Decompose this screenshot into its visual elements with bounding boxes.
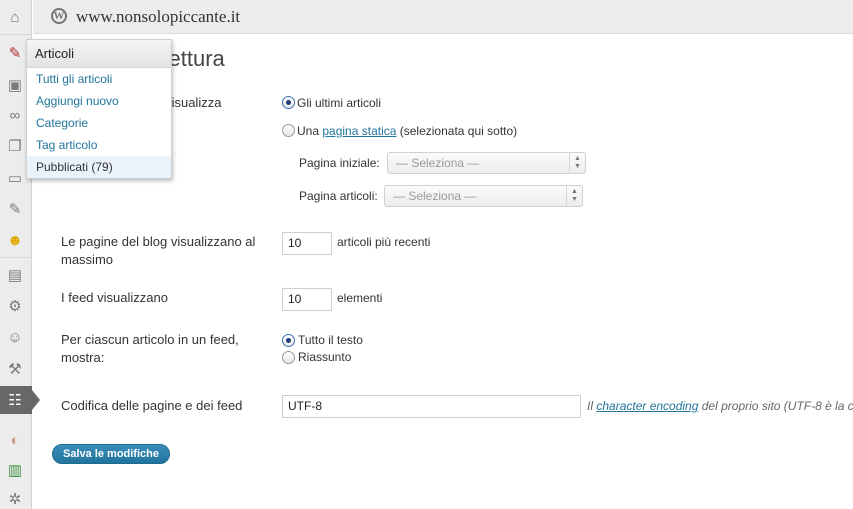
front-latest-label: Gli ultimi articoli [297, 96, 382, 110]
encoding-hint: Il character encoding del proprio sito (… [587, 399, 853, 413]
comments-icon[interactable]: ▭ [2, 165, 28, 191]
feed-summary-label: Riassunto [298, 350, 352, 364]
feed-items-suffix: elementi [337, 291, 383, 305]
page-for-posts-value: — Seleziona — [393, 189, 477, 203]
avatar-icon[interactable]: ◐ [2, 427, 28, 453]
appearance-icon[interactable]: ▤ [2, 262, 28, 288]
stats-icon[interactable]: ▥ [2, 457, 28, 483]
pin-icon[interactable]: ✎ [2, 40, 28, 66]
posts-per-page-label: Le pagine del blog visualizzano al massi… [61, 234, 256, 267]
pages-icon[interactable]: ❐ [2, 133, 28, 159]
feed-full-radio[interactable] [282, 334, 295, 347]
save-button[interactable]: Salva le modifiche [52, 444, 170, 464]
page-for-posts-select[interactable]: — Seleziona — ▲ ▼ [384, 185, 583, 207]
gear-icon[interactable]: ✲ [2, 486, 28, 509]
wordpress-logo-icon[interactable]: W [51, 8, 67, 24]
feed-full-label: Tutto il testo [298, 333, 363, 347]
feed-items-label: I feed visualizzano [61, 290, 168, 305]
link-icon[interactable]: ∞ [2, 102, 28, 128]
pin2-icon[interactable]: ✎ [2, 196, 28, 222]
sidebar-separator [0, 34, 32, 35]
users-icon[interactable]: ☺ [2, 324, 28, 350]
flyout-item-categories[interactable]: Categorie [27, 112, 171, 134]
select-arrows-icon: ▲ ▼ [569, 153, 585, 173]
settings-icon: ☷ [8, 391, 22, 409]
plugins-icon[interactable]: ⚙ [2, 293, 28, 319]
sidebar-item-settings-current[interactable]: ☷ [0, 386, 40, 414]
character-encoding-link[interactable]: character encoding [596, 399, 698, 413]
current-arrow [32, 390, 40, 410]
static-page-link[interactable]: pagina statica [322, 124, 396, 138]
feed-show-label: Per ciascun articolo in un feed, mostra: [61, 332, 239, 365]
media-icon[interactable]: ▣ [2, 72, 28, 98]
page-for-posts-label: Pagina articoli: [299, 189, 378, 203]
page-on-front-select[interactable]: — Seleziona — ▲ ▼ [387, 152, 586, 174]
encoding-label: Codifica delle pagine e dei feed [61, 398, 243, 413]
smiley-icon[interactable]: ☻ [2, 227, 28, 253]
encoding-input[interactable]: UTF-8 [282, 395, 581, 418]
flyout-item-add-new[interactable]: Aggiungi nuovo [27, 90, 171, 112]
site-name-link[interactable]: www.nonsolopiccante.it [76, 7, 240, 27]
sidebar-separator [0, 257, 32, 258]
flyout-title[interactable]: Articoli [27, 40, 171, 68]
posts-per-page-input[interactable]: 10 [282, 232, 332, 255]
flyout-item-published[interactable]: Pubblicati (79) [27, 156, 171, 178]
feed-summary-radio[interactable] [282, 351, 295, 364]
feed-items-input[interactable]: 10 [282, 288, 332, 311]
page-on-front-label: Pagina iniziale: [299, 156, 380, 170]
select-arrows-icon: ▲ ▼ [566, 186, 582, 206]
front-static-radio[interactable] [282, 124, 295, 137]
page-on-front-value: — Seleziona — [396, 156, 480, 170]
flyout-item-all-posts[interactable]: Tutti gli articoli [27, 68, 171, 90]
front-static-label: Una pagina statica (selezionata qui sott… [297, 124, 518, 138]
posts-per-page-suffix: articoli più recenti [337, 235, 431, 249]
admin-header: W www.nonsolopiccante.it [33, 0, 853, 34]
front-latest-radio[interactable] [282, 96, 295, 109]
home-icon[interactable]: ⌂ [2, 4, 28, 30]
tools-icon[interactable]: ⚒ [2, 356, 28, 382]
posts-flyout-menu: Articoli Tutti gli articoli Aggiungi nuo… [26, 39, 172, 179]
flyout-item-tags[interactable]: Tag articolo [27, 134, 171, 156]
